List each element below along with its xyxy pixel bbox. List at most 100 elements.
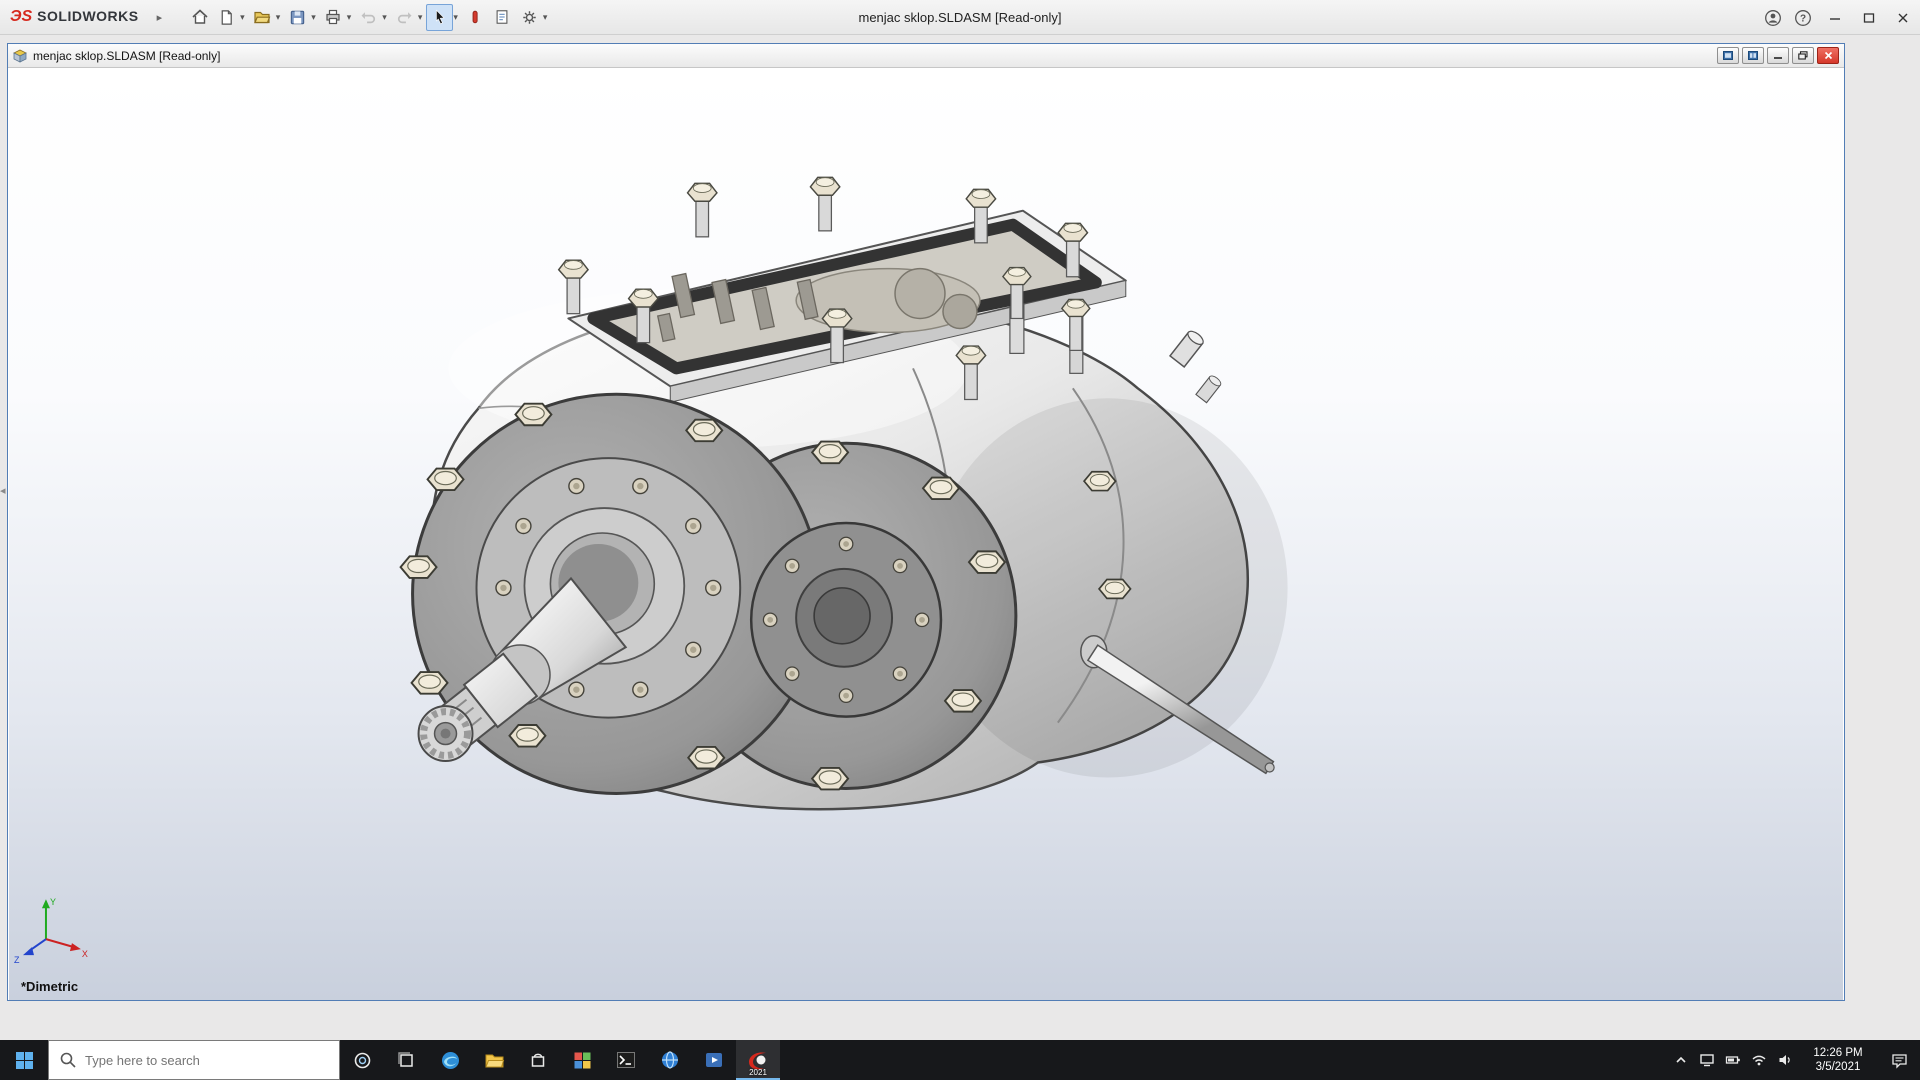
- doc-close-button[interactable]: [1817, 47, 1839, 64]
- print-button[interactable]: [320, 4, 347, 31]
- clock-date: 3/5/2021: [1815, 1061, 1861, 1073]
- search-input[interactable]: [49, 1041, 339, 1079]
- dropdown-caret[interactable]: ▾: [382, 12, 387, 23]
- hidden-icons-button[interactable]: [1668, 1040, 1694, 1080]
- doc-close-icon: [1824, 51, 1832, 60]
- edge-icon: [441, 1051, 459, 1069]
- start-button[interactable]: [0, 1040, 48, 1080]
- doc-minimize-button[interactable]: [1767, 47, 1789, 64]
- quick-access-toolbar: ▾ ▾ ▾ ▾ ▾ ▾ ▾ ▾: [186, 3, 551, 31]
- help-icon: ?: [1795, 9, 1811, 26]
- doc-minimize-icon: [1774, 57, 1782, 59]
- browser-button[interactable]: [648, 1040, 692, 1080]
- split-pane-icon: [1748, 51, 1758, 60]
- wifi-tray-button[interactable]: [1746, 1040, 1772, 1080]
- account-icon: [1765, 9, 1781, 26]
- featuremanager-collapse-handle[interactable]: ◂: [0, 478, 10, 502]
- save-button[interactable]: [284, 4, 311, 31]
- document-title: menjac sklop.SLDASM [Read-only]: [33, 48, 221, 63]
- select-tool-button[interactable]: [426, 3, 454, 31]
- new-document-button[interactable]: [213, 4, 240, 31]
- options-button[interactable]: [516, 4, 543, 31]
- taskbar-clock[interactable]: 12:26 PM 3/5/2021: [1798, 1040, 1878, 1080]
- undo-button[interactable]: [355, 4, 382, 31]
- solidworks-taskbar-button[interactable]: 2021: [736, 1040, 780, 1080]
- battery-icon: [1725, 1056, 1740, 1064]
- dropdown-caret[interactable]: ▾: [240, 12, 245, 23]
- view-orientation-label: *Dimetric: [21, 979, 79, 994]
- select-arrow-icon: [435, 9, 445, 25]
- axis-z-label: Z: [14, 955, 20, 965]
- dropdown-caret[interactable]: ▾: [543, 12, 548, 23]
- assembly-document-icon: [13, 49, 27, 63]
- volume-icon: [1779, 1055, 1790, 1065]
- edge-button[interactable]: [428, 1040, 472, 1080]
- dropdown-caret[interactable]: ▾: [453, 12, 458, 23]
- maximize-button[interactable]: [1852, 0, 1886, 35]
- close-icon: [1898, 13, 1908, 22]
- spline-end[interactable]: [417, 705, 474, 763]
- axis-x-label: X: [82, 949, 88, 959]
- app-titlebar: ЭS SOLIDWORKS ▸ ▾ ▾ ▾ ▾ ▾ ▾ ▾ ▾ menjac s…: [0, 0, 1920, 35]
- save-icon: [291, 10, 305, 24]
- home-button[interactable]: [186, 4, 213, 31]
- rebuild-button[interactable]: [462, 4, 489, 31]
- open-folder-icon: [254, 11, 271, 24]
- breather-stub[interactable]: [1168, 329, 1205, 368]
- close-button[interactable]: [1886, 0, 1920, 35]
- file-properties-button[interactable]: [489, 4, 516, 31]
- cortana-button[interactable]: [340, 1040, 384, 1080]
- chevron-up-icon: [1676, 1056, 1686, 1063]
- dropdown-caret[interactable]: ▾: [347, 12, 352, 23]
- network-tray-button[interactable]: [1694, 1040, 1720, 1080]
- taskbar-search[interactable]: [48, 1040, 340, 1080]
- file-explorer-icon: [484, 1054, 504, 1067]
- window-title: menjac sklop.SLDASM [Read-only]: [858, 10, 1062, 25]
- dock-pane-button-2[interactable]: [1742, 47, 1764, 64]
- dropdown-caret[interactable]: ▾: [311, 12, 316, 23]
- dock-pane-button-1[interactable]: [1717, 47, 1739, 64]
- open-button[interactable]: [249, 4, 276, 31]
- axis-y-label: Y: [50, 897, 56, 907]
- titlebar-controls: ?: [1758, 0, 1920, 35]
- store-icon: [531, 1053, 545, 1067]
- store-button[interactable]: [516, 1040, 560, 1080]
- photos-button[interactable]: [560, 1040, 604, 1080]
- gearbox-model-canvas[interactable]: Y X Z: [9, 69, 1843, 1000]
- cortana-icon: [354, 1052, 370, 1068]
- task-view-icon: [397, 1051, 413, 1067]
- plug-stub[interactable]: [1195, 374, 1223, 404]
- action-center-button[interactable]: [1878, 1040, 1920, 1080]
- redo-icon: [397, 11, 412, 23]
- file-explorer-button[interactable]: [472, 1040, 516, 1080]
- account-button[interactable]: [1758, 0, 1788, 35]
- help-button[interactable]: ?: [1788, 0, 1818, 35]
- svg-text:?: ?: [1800, 13, 1806, 24]
- minimize-button[interactable]: [1818, 0, 1852, 35]
- print-icon: [326, 9, 340, 25]
- windows-logo-icon: [15, 1051, 33, 1069]
- solidworks-year-badge: 2021: [749, 1068, 767, 1077]
- terminal-icon: [617, 1052, 635, 1068]
- dropdown-caret[interactable]: ▾: [276, 12, 281, 23]
- system-tray: 12:26 PM 3/5/2021: [1668, 1040, 1920, 1080]
- dropdown-caret[interactable]: ▾: [418, 12, 423, 23]
- gearbox-model[interactable]: [399, 176, 1288, 811]
- brand-name: SOLIDWORKS: [37, 8, 139, 24]
- terminal-button[interactable]: [604, 1040, 648, 1080]
- pane-icon: [1723, 51, 1733, 60]
- file-properties-icon: [496, 10, 508, 24]
- document-titlebar[interactable]: menjac sklop.SLDASM [Read-only]: [8, 44, 1844, 68]
- action-center-icon: [1891, 1053, 1907, 1069]
- 3d-viewport[interactable]: Y X Z *Dimetric: [9, 69, 1843, 1000]
- task-view-button[interactable]: [384, 1040, 428, 1080]
- doc-restore-button[interactable]: [1792, 47, 1814, 64]
- media-player-button[interactable]: [692, 1040, 736, 1080]
- battery-tray-button[interactable]: [1720, 1040, 1746, 1080]
- redo-button[interactable]: [391, 4, 418, 31]
- menu-expand-arrow[interactable]: ▸: [147, 11, 173, 24]
- bearing-cover-right[interactable]: [749, 521, 943, 718]
- rebuild-icon: [472, 10, 478, 24]
- photos-icon: [574, 1052, 590, 1068]
- volume-tray-button[interactable]: [1772, 1040, 1798, 1080]
